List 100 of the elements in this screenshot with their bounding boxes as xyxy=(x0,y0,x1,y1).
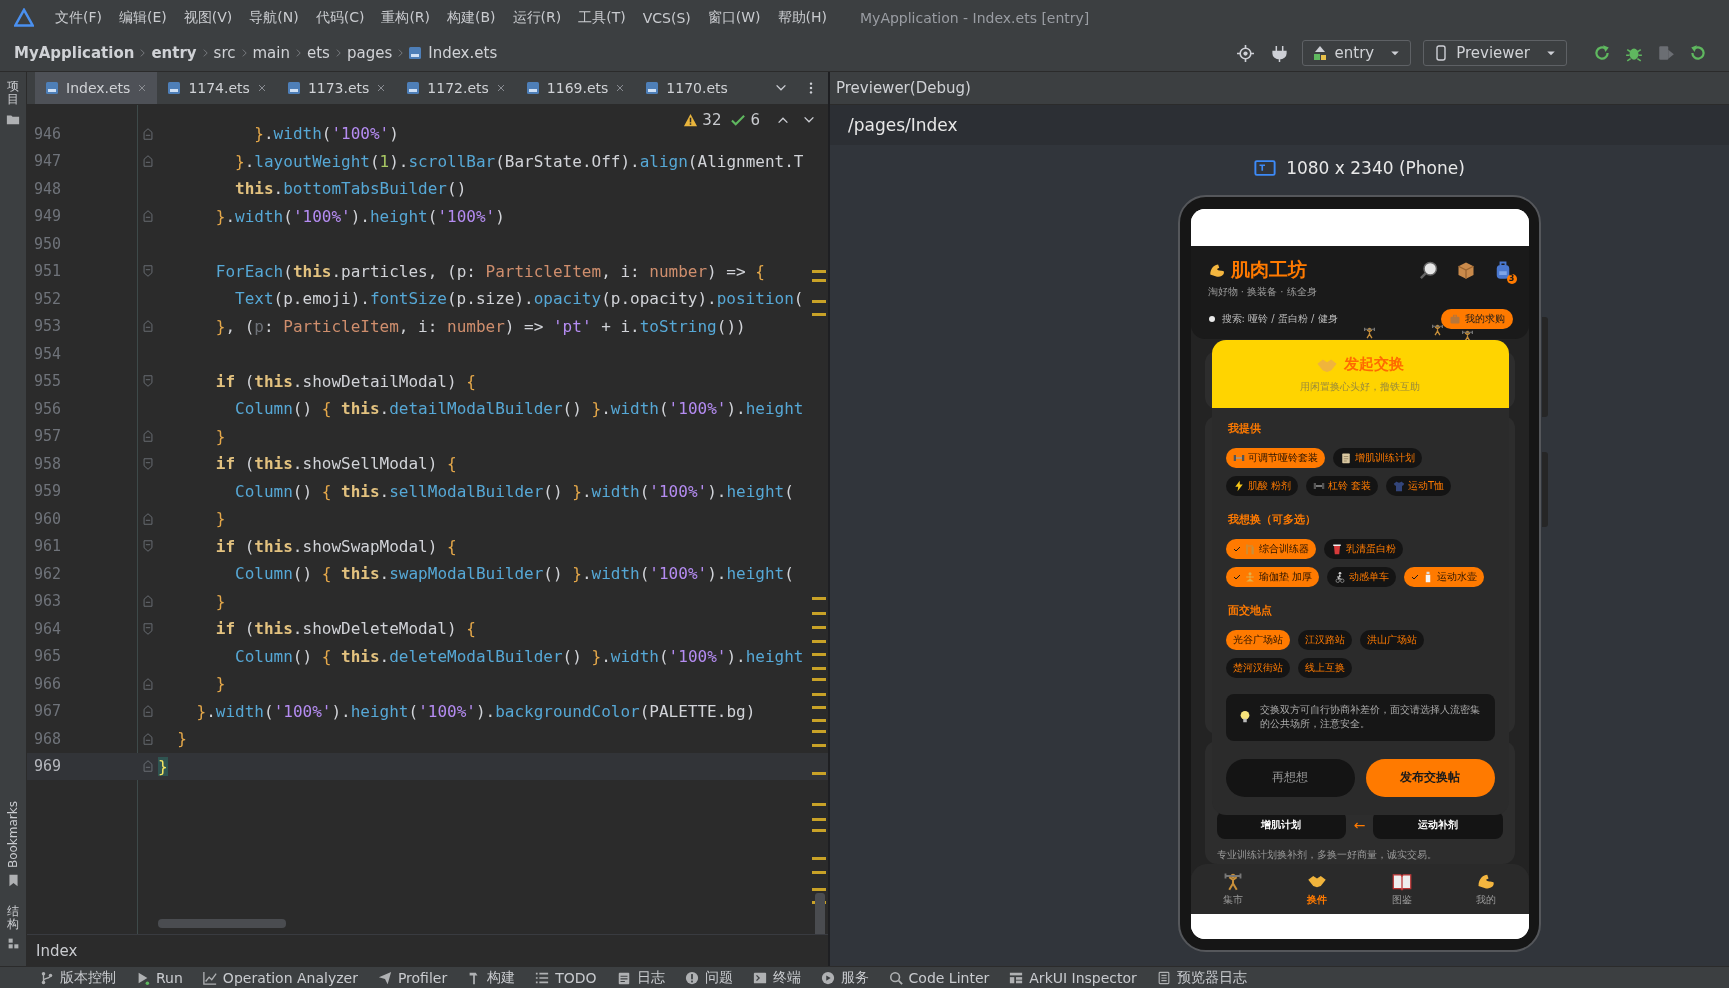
option-chip[interactable]: 运动水壶 xyxy=(1403,566,1484,587)
editor-tab[interactable]: 1169.ets xyxy=(515,72,636,104)
tool-window-button[interactable]: ArkUI Inspector xyxy=(1009,970,1137,986)
option-chip[interactable]: 运动T恤 xyxy=(1385,475,1451,496)
breadcrumb-item[interactable]: src xyxy=(211,44,238,62)
scrollbar-thumb[interactable] xyxy=(158,919,286,928)
menu-item[interactable]: 代码(C) xyxy=(315,8,365,27)
menu-item[interactable]: 工具(T) xyxy=(578,8,626,27)
device-icon[interactable] xyxy=(1254,157,1277,179)
publish-button[interactable]: 发布交换帖 xyxy=(1365,758,1495,797)
listing-note: 专业训练计划换补剂，多换一好商量，诚实交易。 xyxy=(1216,847,1438,862)
fold-icon[interactable] xyxy=(140,621,155,636)
fold-icon[interactable] xyxy=(140,126,155,141)
option-chip[interactable]: 线上互换 xyxy=(1297,657,1352,678)
fold-icon[interactable] xyxy=(140,759,155,774)
editor-tab[interactable]: 1172.ets xyxy=(396,72,516,104)
line-number: 969 xyxy=(33,757,63,776)
tool-window-button[interactable]: 日志 xyxy=(616,969,665,987)
breadcrumb-item[interactable]: ets xyxy=(305,44,332,62)
cancel-button[interactable]: 再想想 xyxy=(1225,758,1355,797)
breadcrumb-item[interactable]: pages xyxy=(344,44,395,62)
check-icon xyxy=(731,112,747,128)
editor-tab[interactable]: 1170.ets xyxy=(635,72,737,104)
menu-item[interactable]: 构建(B) xyxy=(447,8,496,27)
wanted-button[interactable]: 我的求购 xyxy=(1440,308,1513,329)
fold-icon[interactable] xyxy=(140,209,155,224)
option-chip[interactable]: 江汉路站 xyxy=(1297,629,1352,650)
menu-item[interactable]: 导航(N) xyxy=(249,8,299,27)
fold-icon[interactable] xyxy=(140,264,155,279)
fold-icon[interactable] xyxy=(140,704,155,719)
file-icon xyxy=(44,80,60,96)
option-chip[interactable]: 动感单车 xyxy=(1326,566,1396,587)
breadcrumb-item[interactable]: MyApplication xyxy=(12,44,137,62)
fold-icon[interactable] xyxy=(140,539,155,554)
editor-tab[interactable]: 1174.ets xyxy=(157,72,277,104)
tool-window-button[interactable]: Code Linter xyxy=(888,970,990,986)
tool-window-button[interactable]: TODO xyxy=(535,970,597,986)
tab-bar-item[interactable]: 换件 xyxy=(1275,863,1360,914)
module-dropdown[interactable]: entry xyxy=(1301,40,1412,66)
project-tab[interactable]: 项目 xyxy=(6,78,20,129)
breadcrumb-item[interactable]: main xyxy=(250,44,292,62)
fold-icon[interactable] xyxy=(140,456,155,471)
bookmarks-tab[interactable]: Bookmarks xyxy=(6,798,20,889)
option-chip[interactable]: 瑜伽垫 加厚 xyxy=(1225,566,1319,587)
device-arrow-icon[interactable] xyxy=(1657,44,1675,62)
tool-window-button[interactable]: 服务 xyxy=(820,969,869,987)
device-dropdown[interactable]: Previewer xyxy=(1423,40,1567,66)
tab-bar-item[interactable]: 我的 xyxy=(1444,863,1529,914)
menu-item[interactable]: 帮助(H) xyxy=(777,8,827,27)
target-icon[interactable] xyxy=(1236,44,1254,62)
magnifier-icon[interactable] xyxy=(1418,259,1439,280)
editor-tab[interactable]: 1173.ets xyxy=(276,72,397,104)
menu-item[interactable]: 运行(R) xyxy=(512,8,562,27)
breadcrumb-item[interactable]: Index xyxy=(36,941,78,960)
option-chip[interactable]: 楚河汉街站 xyxy=(1225,657,1290,678)
refresh-icon[interactable] xyxy=(1593,44,1611,62)
fold-icon[interactable] xyxy=(140,511,155,526)
fold-icon[interactable] xyxy=(140,154,155,169)
breadcrumb-item[interactable]: entry xyxy=(149,44,199,62)
passed-count: 6 xyxy=(750,111,760,129)
menu-item[interactable]: 文件(F) xyxy=(55,8,102,27)
menu-item[interactable]: 重构(R) xyxy=(381,8,431,27)
fold-icon[interactable] xyxy=(140,594,155,609)
line-number: 950 xyxy=(33,234,63,253)
weightlifter-icon xyxy=(1362,325,1376,339)
tool-window-button[interactable]: Profiler xyxy=(377,970,448,986)
rerun-icon[interactable] xyxy=(1689,44,1707,62)
code-line: ForEach(this.particles, (p: ParticleItem, i: number) => { xyxy=(214,261,765,281)
fold-icon[interactable] xyxy=(140,319,155,334)
search-placeholder[interactable]: 搜索: 哑铃 / 蛋白粉 / 健身 xyxy=(1221,311,1338,326)
option-chip[interactable]: 光谷广场站 xyxy=(1225,629,1290,650)
menu-item[interactable]: 编辑(E) xyxy=(119,8,167,27)
option-chip[interactable]: 洪山广场站 xyxy=(1359,629,1424,650)
breadcrumb-item[interactable]: Index.ets xyxy=(426,44,500,62)
tool-window-button[interactable]: Run xyxy=(136,970,183,986)
option-chip[interactable]: 可调节哑铃套装 xyxy=(1225,447,1325,468)
tool-window-button[interactable]: 构建 xyxy=(467,969,516,987)
tool-window-button[interactable]: 版本控制 xyxy=(40,969,116,987)
menu-item[interactable]: 窗口(W) xyxy=(707,8,761,27)
tab-bar-item[interactable]: 集市 xyxy=(1190,863,1275,914)
editor-tab[interactable]: Index.ets xyxy=(35,72,158,104)
code-line: if (this.showDetailModal) { xyxy=(214,371,476,391)
tool-window-button[interactable]: 终端 xyxy=(752,969,801,987)
option-chip[interactable]: 增肌训练计划 xyxy=(1332,447,1422,468)
menu-item[interactable]: VCS(S) xyxy=(642,9,691,26)
option-chip[interactable]: 杠铃 套装 xyxy=(1305,475,1378,496)
fold-icon[interactable] xyxy=(140,676,155,691)
tool-window-button[interactable]: Operation Analyzer xyxy=(202,970,358,986)
fold-icon[interactable] xyxy=(140,374,155,389)
plug-icon[interactable] xyxy=(1270,44,1288,62)
tool-window-button[interactable]: 问题 xyxy=(684,969,733,987)
menu-item[interactable]: 视图(V) xyxy=(183,8,233,27)
option-chip[interactable]: 乳清蛋白粉 xyxy=(1323,538,1403,559)
structure-tab[interactable]: 结构 xyxy=(6,902,20,952)
tool-window-button[interactable]: 预览器日志 xyxy=(1156,969,1247,987)
fold-icon[interactable] xyxy=(140,731,155,746)
option-chip[interactable]: 综合训练器 xyxy=(1225,538,1316,559)
fold-icon[interactable] xyxy=(140,429,155,444)
option-chip[interactable]: 肌酸 粉剂 xyxy=(1225,475,1298,496)
tab-bar-item[interactable]: 图鉴 xyxy=(1359,863,1444,914)
